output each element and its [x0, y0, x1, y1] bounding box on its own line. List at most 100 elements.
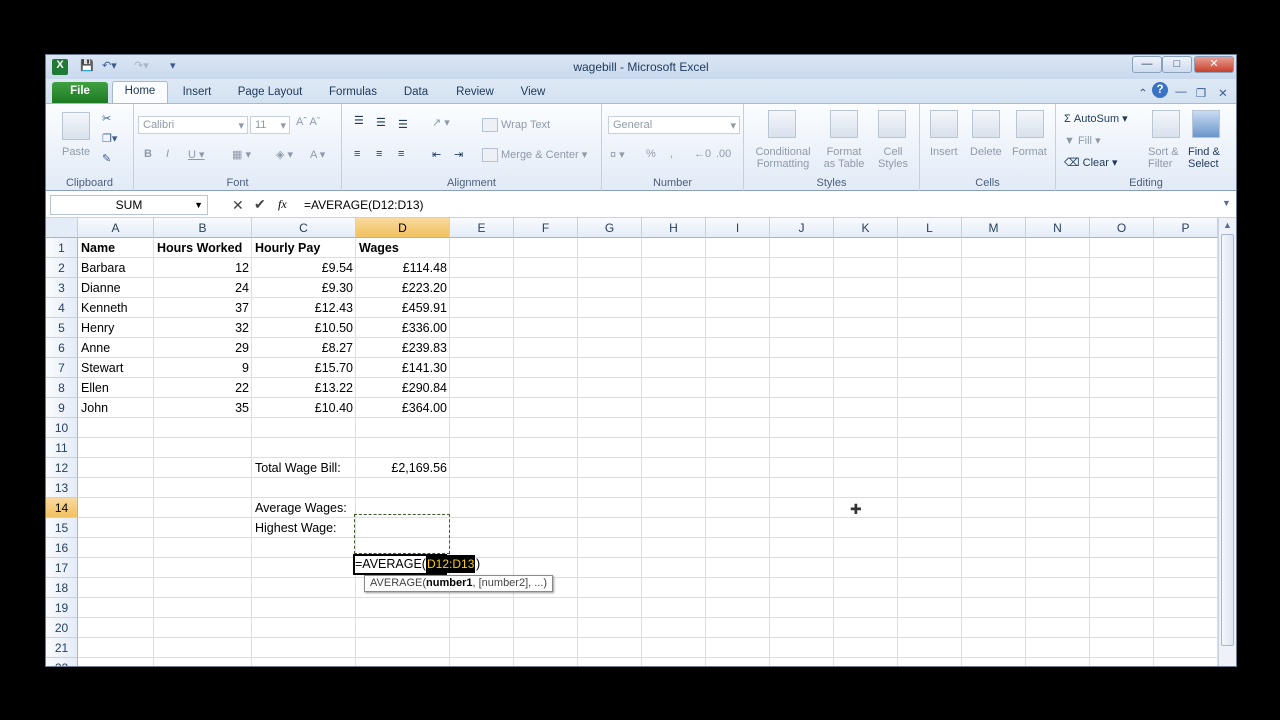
row-header-17[interactable]: 17 — [46, 558, 78, 578]
tab-insert[interactable]: Insert — [174, 83, 220, 103]
format-painter-icon[interactable]: ✎ — [102, 152, 111, 165]
row-header-5[interactable]: 5 — [46, 318, 78, 338]
doc-close-icon[interactable]: ✕ — [1216, 83, 1230, 103]
column-header-h[interactable]: H — [642, 218, 706, 238]
row-header-6[interactable]: 6 — [46, 338, 78, 358]
row-header-15[interactable]: 15 — [46, 518, 78, 538]
insert-function-icon[interactable]: fx — [278, 197, 287, 212]
row-header-13[interactable]: 13 — [46, 478, 78, 498]
tab-page-layout[interactable]: Page Layout — [232, 83, 308, 103]
row-header-3[interactable]: 3 — [46, 278, 78, 298]
column-header-p[interactable]: P — [1154, 218, 1218, 238]
row-header-11[interactable]: 11 — [46, 438, 78, 458]
average-wages-label[interactable]: Average Wages: — [252, 498, 356, 518]
cell-styles-icon[interactable] — [878, 110, 906, 138]
vertical-scrollbar[interactable]: ▲ — [1218, 218, 1236, 666]
data-cell[interactable]: £9.30 — [252, 278, 356, 298]
grow-font-icon[interactable]: Aˆ Aˇ — [296, 116, 320, 128]
data-cell[interactable]: £12.43 — [252, 298, 356, 318]
close-button[interactable]: ✕ — [1194, 56, 1234, 73]
cell-d14-edit[interactable]: =AVERAGE( — [354, 554, 427, 574]
row-header-4[interactable]: 4 — [46, 298, 78, 318]
total-wage-label[interactable]: Total Wage Bill: — [252, 458, 356, 478]
header-cell[interactable]: Wages — [356, 238, 450, 258]
autosum-button[interactable]: Σ AutoSum ▾ — [1064, 112, 1128, 125]
column-header-n[interactable]: N — [1026, 218, 1090, 238]
tab-home[interactable]: Home — [112, 81, 168, 103]
column-header-a[interactable]: A — [78, 218, 154, 238]
column-header-m[interactable]: M — [962, 218, 1026, 238]
percent-icon[interactable]: % — [646, 148, 656, 160]
row-header-7[interactable]: 7 — [46, 358, 78, 378]
align-left-icon[interactable]: ≡ — [354, 148, 360, 160]
column-header-f[interactable]: F — [514, 218, 578, 238]
column-header-k[interactable]: K — [834, 218, 898, 238]
data-cell[interactable]: £10.40 — [252, 398, 356, 418]
data-cell[interactable]: £364.00 — [356, 398, 450, 418]
confirm-entry-icon[interactable]: ✔ — [254, 196, 266, 213]
sort-filter-button[interactable]: Sort & Filter — [1148, 146, 1179, 170]
row-header-21[interactable]: 21 — [46, 638, 78, 658]
borders-icon[interactable]: ▦ ▾ — [232, 148, 251, 161]
format-cells-icon[interactable] — [1016, 110, 1044, 138]
bottom-align-icon[interactable]: ☰ — [398, 118, 408, 131]
format-as-table-icon[interactable] — [830, 110, 858, 138]
insert-cells-icon[interactable] — [930, 110, 958, 138]
fill-button[interactable]: ▼ Fill ▾ — [1064, 134, 1101, 147]
row-header-8[interactable]: 8 — [46, 378, 78, 398]
data-cell[interactable]: £459.91 — [356, 298, 450, 318]
font-size-combo[interactable]: 11 ▾ — [250, 116, 290, 134]
help-icon[interactable]: ? — [1152, 82, 1168, 98]
select-all-corner[interactable] — [46, 218, 78, 238]
header-cell[interactable]: Hourly Pay — [252, 238, 356, 258]
header-cell[interactable]: Hours Worked — [154, 238, 252, 258]
font-name-combo[interactable]: Calibri ▾ — [138, 116, 248, 134]
ribbon-collapse-icon[interactable]: ⌃ — [1136, 83, 1150, 103]
font-color-icon[interactable]: A ▾ — [310, 148, 325, 161]
row-header-20[interactable]: 20 — [46, 618, 78, 638]
data-cell[interactable]: £239.83 — [356, 338, 450, 358]
format-as-table-button[interactable]: Format as Table — [818, 146, 870, 170]
column-header-o[interactable]: O — [1090, 218, 1154, 238]
currency-icon[interactable]: ¤ ▾ — [610, 148, 625, 161]
data-cell[interactable]: £141.30 — [356, 358, 450, 378]
data-cell[interactable]: Stewart — [78, 358, 154, 378]
conditional-formatting-icon[interactable] — [768, 110, 796, 138]
insert-cells-button[interactable]: Insert — [930, 146, 958, 158]
format-cells-button[interactable]: Format — [1012, 146, 1047, 158]
worksheet-grid[interactable]: ABCDEFGHIJKLMNOP 1 2 3 4 5 6 7 8 9 10 11 12 13 14 15 16… — [46, 218, 1218, 666]
cut-icon[interactable]: ✂ — [102, 112, 111, 125]
row-header-18[interactable]: 18 — [46, 578, 78, 598]
data-cell[interactable]: 32 — [154, 318, 252, 338]
sort-filter-icon[interactable] — [1152, 110, 1180, 138]
tab-review[interactable]: Review — [450, 83, 500, 103]
row-header-9[interactable]: 9 — [46, 398, 78, 418]
middle-align-icon[interactable]: ☰ — [376, 116, 386, 129]
bold-icon[interactable]: B — [144, 148, 152, 160]
total-wage-value[interactable]: £2,169.56 — [356, 458, 450, 478]
data-cell[interactable]: £10.50 — [252, 318, 356, 338]
column-header-g[interactable]: G — [578, 218, 642, 238]
binoculars-icon[interactable] — [1192, 110, 1220, 138]
data-cell[interactable]: Barbara — [78, 258, 154, 278]
column-header-e[interactable]: E — [450, 218, 514, 238]
increase-decimal-icon[interactable]: ←0 — [694, 148, 711, 160]
align-center-icon[interactable]: ≡ — [376, 148, 382, 160]
tab-file[interactable]: File — [52, 82, 108, 103]
orientation-icon[interactable]: ↗ ▾ — [432, 116, 450, 129]
data-cell[interactable]: 12 — [154, 258, 252, 278]
increase-indent-icon[interactable]: ⇥ — [454, 148, 463, 161]
doc-minimize-icon[interactable]: — — [1174, 83, 1188, 103]
tab-data[interactable]: Data — [398, 83, 434, 103]
cell-styles-button[interactable]: Cell Styles — [872, 146, 914, 170]
row-header-10[interactable]: 10 — [46, 418, 78, 438]
data-cell[interactable]: £223.20 — [356, 278, 450, 298]
number-format-combo[interactable]: General ▾ — [608, 116, 740, 134]
formula-input[interactable]: =AVERAGE(D12:D13) — [304, 198, 424, 212]
delete-cells-icon[interactable] — [972, 110, 1000, 138]
decrease-decimal-icon[interactable]: .00 — [716, 148, 731, 160]
italic-icon[interactable]: I — [166, 148, 169, 160]
clear-button[interactable]: ⌫ Clear ▾ — [1064, 156, 1118, 169]
data-cell[interactable]: Anne — [78, 338, 154, 358]
column-header-d[interactable]: D — [356, 218, 450, 238]
